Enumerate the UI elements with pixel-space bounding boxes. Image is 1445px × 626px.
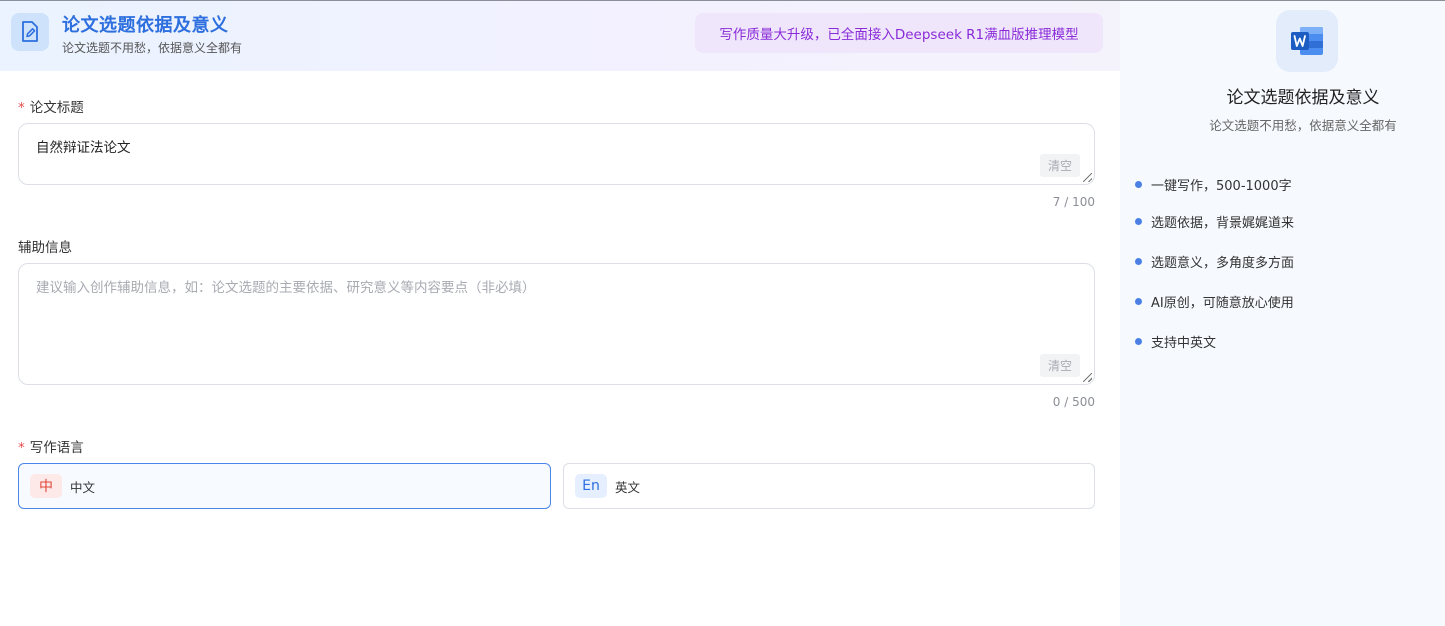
info-side-panel: 论文选题依据及意义 论文选题不用愁，依据意义全都有 一键写作，500-1000字… — [1120, 1, 1445, 626]
language-option-label: 英文 — [615, 479, 641, 495]
edit-document-icon — [11, 13, 49, 51]
info-char-counter: 0 / 500 — [1052, 395, 1095, 409]
main-panel: 论文选题依据及意义 论文选题不用愁，依据意义全都有 写作质量大升级，已全面接入D… — [0, 1, 1120, 626]
clear-info-button[interactable]: 清空 — [1040, 354, 1080, 377]
feature-item: 选题意义，多角度多方面 — [1135, 252, 1294, 271]
required-mark: * — [18, 440, 25, 456]
title-field-label-text: 论文标题 — [29, 100, 84, 116]
resize-handle[interactable] — [1083, 373, 1092, 382]
feature-item: 一键写作，500-1000字 — [1135, 175, 1292, 194]
info-textarea[interactable]: 建议输入创作辅助信息，如：论文选题的主要依据、研究意义等内容要点（非必填） 清空 — [18, 263, 1095, 385]
title-input-value: 自然辩证法论文 — [36, 140, 131, 156]
info-field-label: 辅助信息 — [18, 240, 72, 256]
app-window: 论文选题依据及意义 论文选题不用愁，依据意义全都有 写作质量大升级，已全面接入D… — [0, 0, 1445, 626]
title-field-label: * 论文标题 — [18, 96, 84, 116]
word-document-icon — [1276, 10, 1338, 72]
language-label: * 写作语言 — [18, 436, 84, 456]
side-subtitle: 论文选题不用愁，依据意义全都有 — [1209, 118, 1397, 133]
title-char-counter: 7 / 100 — [1052, 195, 1095, 209]
bullet-icon — [1135, 258, 1142, 265]
bullet-icon — [1135, 298, 1142, 305]
title-input[interactable]: 自然辩证法论文 清空 — [18, 123, 1095, 185]
language-label-text: 写作语言 — [29, 440, 84, 456]
clear-title-button[interactable]: 清空 — [1040, 154, 1080, 177]
required-mark: * — [18, 100, 25, 116]
feature-item: AI原创，可随意放心使用 — [1135, 292, 1294, 311]
feature-text: AI原创，可随意放心使用 — [1151, 296, 1294, 311]
bullet-icon — [1135, 181, 1142, 188]
info-placeholder: 建议输入创作辅助信息，如：论文选题的主要依据、研究意义等内容要点（非必填） — [36, 280, 536, 296]
feature-text: 选题意义，多角度多方面 — [1151, 256, 1295, 271]
feature-text: 支持中英文 — [1151, 336, 1217, 351]
feature-item: 选题依据，背景娓娓道来 — [1135, 212, 1294, 231]
promo-text: 写作质量大升级，已全面接入Deepseek R1满血版推理模型 — [719, 27, 1079, 43]
english-badge-icon: En — [575, 474, 607, 498]
chinese-badge-icon: 中 — [30, 474, 62, 498]
feature-text: 选题依据，背景娓娓道来 — [1151, 216, 1295, 231]
language-option-label: 中文 — [70, 479, 96, 495]
language-option-chinese[interactable]: 中 中文 — [18, 463, 551, 509]
page-header: 论文选题依据及意义 论文选题不用愁，依据意义全都有 写作质量大升级，已全面接入D… — [0, 1, 1120, 71]
bullet-icon — [1135, 218, 1142, 225]
language-option-english[interactable]: En 英文 — [563, 463, 1095, 509]
side-title: 论文选题依据及意义 — [1226, 88, 1380, 108]
bullet-icon — [1135, 338, 1142, 345]
feature-item: 支持中英文 — [1135, 332, 1216, 351]
resize-handle[interactable] — [1083, 173, 1092, 182]
page-title: 论文选题依据及意义 — [62, 15, 229, 36]
page-subtitle: 论文选题不用愁，依据意义全都有 — [62, 41, 243, 55]
promo-banner[interactable]: 写作质量大升级，已全面接入Deepseek R1满血版推理模型 — [695, 13, 1103, 53]
feature-text: 一键写作，500-1000字 — [1151, 179, 1292, 194]
